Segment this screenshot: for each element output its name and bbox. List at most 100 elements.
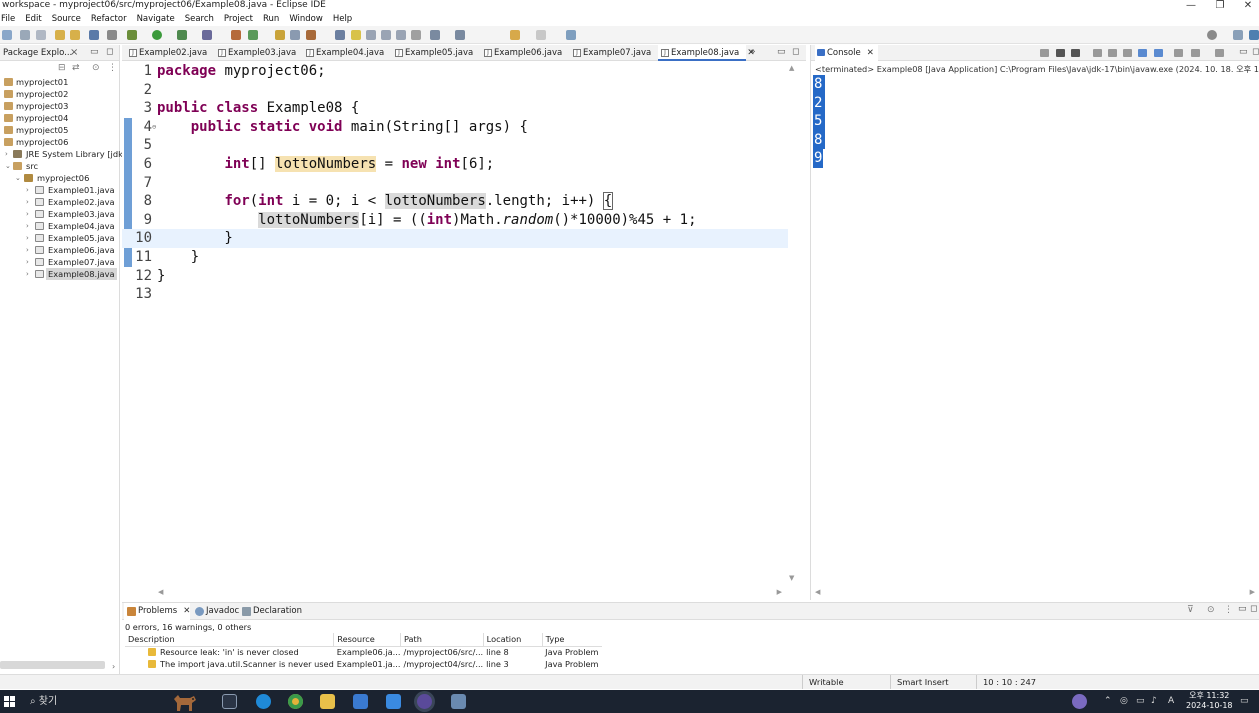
menu-refactor[interactable]: Refactor — [86, 12, 132, 26]
open-console-icon[interactable] — [1174, 49, 1183, 57]
close-button[interactable]: ✕ — [1236, 0, 1259, 11]
search-global-icon[interactable] — [1207, 30, 1217, 40]
save-all-icon[interactable] — [36, 30, 46, 40]
next-edit-icon[interactable] — [430, 30, 440, 40]
task-icon[interactable] — [306, 30, 316, 40]
tree-item-file[interactable]: › Example06.java — [0, 244, 119, 256]
remove-launch-icon[interactable] — [1056, 49, 1065, 57]
menu-navigate[interactable]: Navigate — [132, 12, 180, 26]
minimize-icon[interactable]: ▭ — [777, 47, 786, 57]
tree-item-file[interactable]: › Example02.java — [0, 196, 119, 208]
menu-run[interactable]: Run — [258, 12, 284, 26]
coverage-icon[interactable] — [177, 30, 187, 40]
filter-icon[interactable]: ⊙ — [92, 63, 100, 73]
show-on-output-icon[interactable] — [1123, 49, 1132, 57]
fold-icon[interactable]: ⊖ — [152, 118, 156, 137]
tab-example04[interactable]: J Example04.java — [303, 45, 384, 61]
scroll-up-icon[interactable]: ▲ — [789, 64, 794, 72]
skip-breakpoints-icon[interactable] — [107, 30, 117, 40]
remove-all-icon[interactable] — [1071, 49, 1080, 57]
column-description[interactable]: Description — [125, 633, 335, 647]
maximize-icon[interactable]: ◻ — [1252, 47, 1259, 57]
column-type[interactable]: Type — [542, 633, 603, 647]
tree-item-file[interactable]: › Example01.java — [0, 184, 119, 196]
close-icon[interactable]: ✕ — [867, 48, 874, 58]
new-console-icon[interactable] — [1191, 49, 1200, 57]
tab-javadoc[interactable]: Javadoc — [192, 603, 239, 620]
chevron-right-icon[interactable]: › — [26, 196, 29, 208]
tree-item-project[interactable]: myproject06 — [0, 136, 119, 148]
tab-example03[interactable]: J Example03.java — [215, 45, 296, 61]
view-menu-icon[interactable]: ⋮ — [108, 63, 117, 73]
tab-problems[interactable]: Problems ✕ — [124, 603, 191, 620]
status-insert-mode[interactable]: Smart Insert — [890, 675, 976, 689]
menu-project[interactable]: Project — [219, 12, 258, 26]
mark-occurrences-icon[interactable] — [351, 30, 361, 40]
chevron-right-icon[interactable]: › — [26, 220, 29, 232]
chevron-right-icon[interactable]: › — [26, 268, 29, 280]
tree-item-package[interactable]: ⌄ myproject06 — [0, 172, 119, 184]
column-location[interactable]: Location — [483, 633, 543, 647]
display-icon[interactable]: ▭ — [1136, 693, 1145, 710]
horizontal-scrollbar[interactable] — [0, 661, 105, 669]
tab-example07[interactable]: J Example07.java — [570, 45, 651, 61]
minimize-icon[interactable]: ▭ — [1238, 604, 1247, 614]
tree-item-file-selected[interactable]: › Example08.java — [0, 268, 119, 280]
console-output[interactable]: 8 2 5 8 9 — [813, 75, 825, 168]
edge-icon[interactable] — [256, 694, 271, 709]
pin-editor-icon[interactable] — [566, 30, 576, 40]
tab-declaration[interactable]: Declaration — [239, 603, 302, 620]
run-icon[interactable] — [152, 30, 162, 40]
horizontal-scrollbar[interactable]: ◀ ▶ — [152, 588, 782, 596]
weather-icon[interactable] — [1072, 694, 1087, 709]
external-tools-icon[interactable] — [202, 30, 212, 40]
new-icon[interactable] — [2, 30, 12, 40]
task-view-icon[interactable] — [222, 694, 237, 709]
chevron-down-icon[interactable]: ⌄ — [5, 160, 11, 172]
chevron-right-icon[interactable]: › — [26, 184, 29, 196]
chrome-icon[interactable] — [288, 694, 303, 709]
scroll-left-icon[interactable]: ◀ — [158, 588, 163, 596]
menu-help[interactable]: Help — [328, 12, 357, 26]
maximize-icon[interactable]: ◻ — [106, 47, 113, 57]
prev-edit-icon[interactable] — [455, 30, 465, 40]
tree-item-file[interactable]: › Example03.java — [0, 208, 119, 220]
minimize-icon[interactable]: ▭ — [90, 47, 99, 57]
menu-window[interactable]: Window — [284, 12, 328, 26]
undo-icon[interactable] — [55, 30, 65, 40]
minimize-button[interactable]: — — [1179, 0, 1203, 11]
filter-icon[interactable]: ⊽ — [1187, 605, 1194, 615]
forward-icon[interactable] — [536, 30, 546, 40]
pilcrow-icon[interactable] — [411, 30, 421, 40]
tree-item-project[interactable]: myproject03 — [0, 100, 119, 112]
menu-search[interactable]: Search — [180, 12, 219, 26]
store-icon[interactable] — [353, 694, 368, 709]
tab-example06[interactable]: J Example06.java — [481, 45, 562, 61]
tree-item-jre[interactable]: › JRE System Library [jdk-17] — [0, 148, 140, 160]
maximize-button[interactable]: ❐ — [1208, 0, 1232, 11]
open-type-icon[interactable] — [275, 30, 285, 40]
block-selection-icon[interactable] — [366, 30, 376, 40]
terminate-icon[interactable] — [1040, 49, 1049, 57]
tree-item-project[interactable]: myproject05 — [0, 124, 119, 136]
tree-item-project[interactable]: myproject02 — [0, 88, 119, 100]
maximize-icon[interactable]: ◻ — [792, 47, 799, 57]
tab-console[interactable]: Console ✕ — [815, 45, 878, 61]
table-row[interactable]: The import java.util.Scanner is never us… — [125, 658, 602, 670]
vertical-scrollbar[interactable]: ▲ ▼ — [788, 62, 798, 582]
horizontal-scrollbar[interactable]: ◀ ▶ — [815, 588, 1255, 596]
mail-icon[interactable] — [386, 694, 401, 709]
close-icon[interactable]: × — [70, 47, 78, 58]
tree-item-file[interactable]: › Example07.java — [0, 256, 119, 268]
input-language[interactable]: A — [1168, 693, 1174, 710]
chevron-up-icon[interactable]: ⌃ — [1104, 693, 1112, 710]
taskbar-search[interactable]: ⌕ 찾기 — [30, 693, 57, 710]
eclipse-icon[interactable] — [417, 694, 432, 709]
tree-item-project[interactable]: myproject01 — [0, 76, 119, 88]
tree-item-file[interactable]: › Example04.java — [0, 220, 119, 232]
chevron-right-icon[interactable]: › — [5, 148, 8, 160]
view-menu-icon[interactable] — [1215, 49, 1224, 57]
scroll-left-icon[interactable]: ◀ — [815, 588, 820, 596]
status-cursor-position[interactable]: 10 : 10 : 247 — [976, 675, 1056, 689]
tree-item-file[interactable]: › Example05.java — [0, 232, 119, 244]
